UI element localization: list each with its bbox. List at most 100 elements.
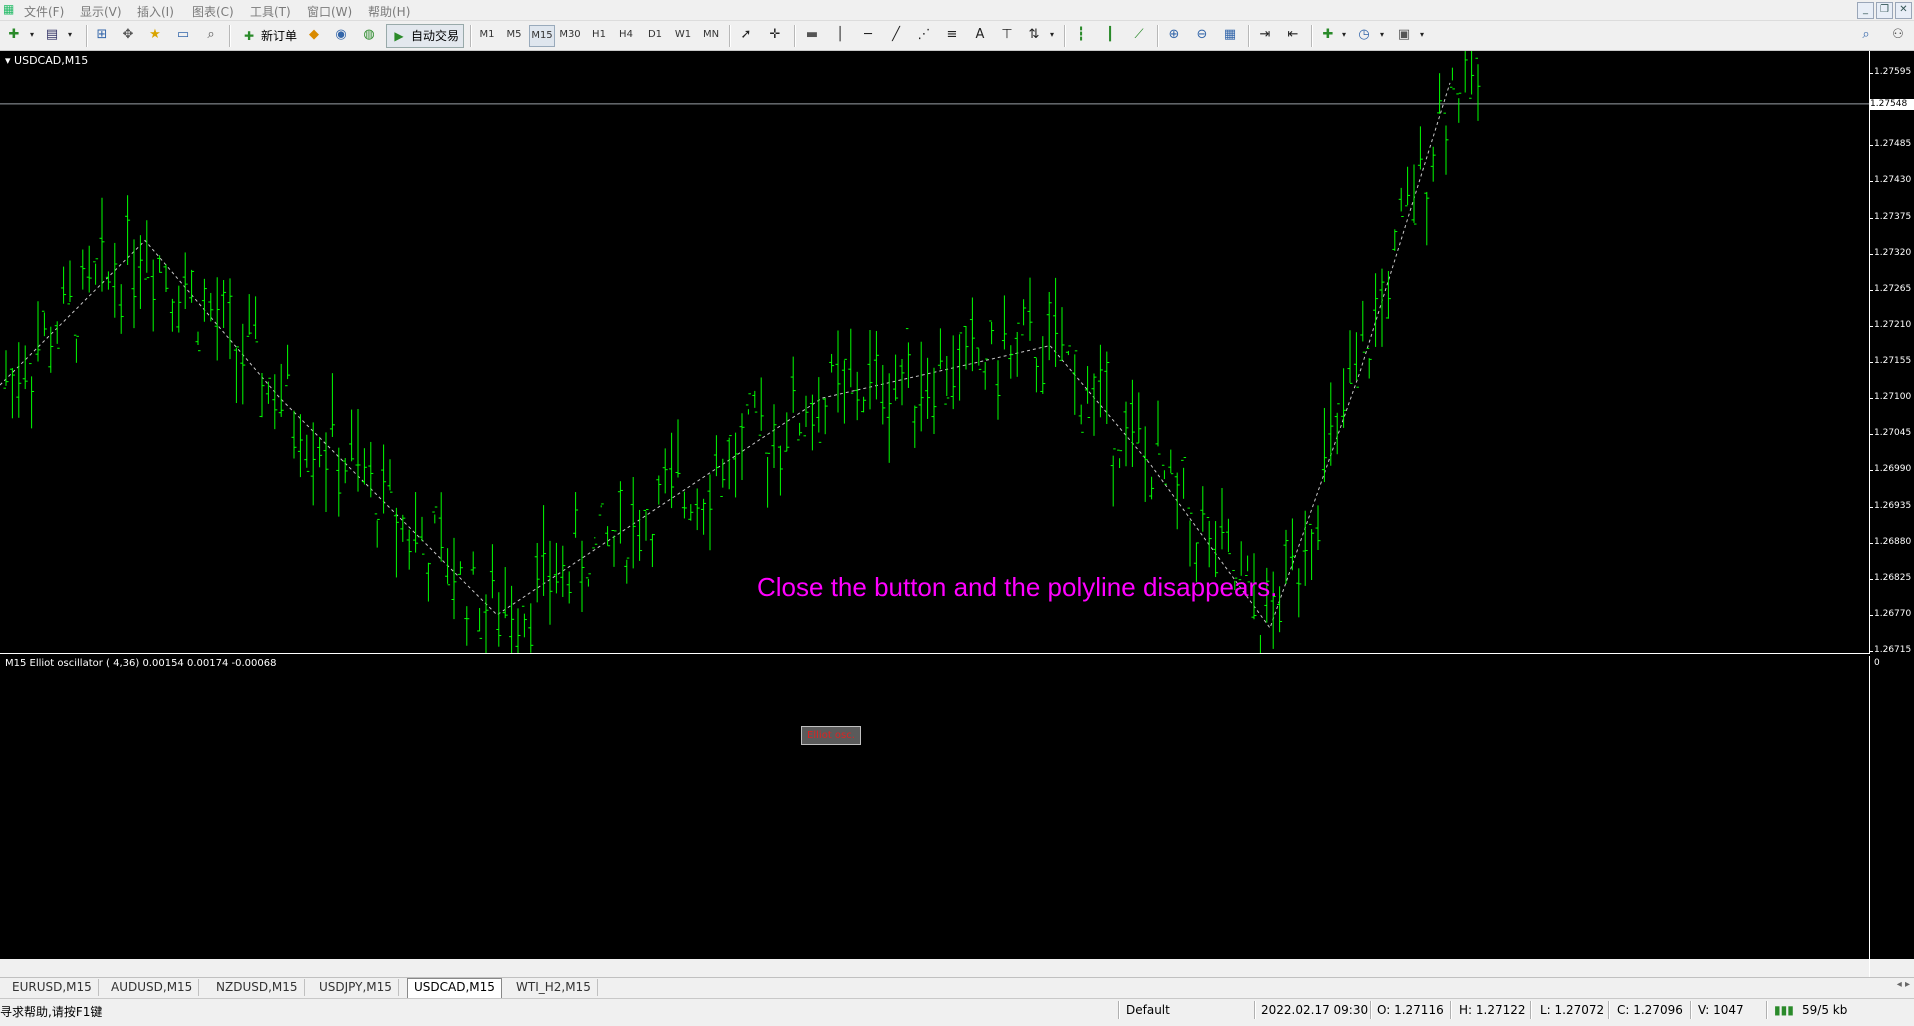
- new-order-button[interactable]: ✚ 新订单: [236, 24, 302, 48]
- navigator-icon[interactable]: ★: [145, 25, 165, 45]
- oscillator-panel[interactable]: M15 Elliot oscillator ( 4,36) 0.00154 0.…: [0, 656, 1870, 1006]
- elliot-osc-button[interactable]: Elliot osc.: [801, 726, 861, 745]
- zoom-out-icon[interactable]: ⊖: [1192, 25, 1212, 45]
- price-bar: [573, 492, 579, 538]
- status-separator: [1370, 1001, 1372, 1019]
- line-chart-icon[interactable]: ⟋: [1129, 25, 1149, 45]
- horizontal-line-icon[interactable]: ─: [858, 25, 878, 45]
- price-bar: [611, 529, 617, 567]
- price-bar: [937, 328, 943, 370]
- metaeditor-icon[interactable]: ◆: [304, 25, 324, 45]
- price-bar: [521, 605, 527, 638]
- price-bar: [1366, 347, 1372, 379]
- strategy-tester-icon[interactable]: ⌕: [201, 25, 221, 45]
- price-bar: [624, 557, 630, 584]
- menu-file[interactable]: 文件(F): [24, 3, 64, 20]
- autoscroll-icon[interactable]: ⇤: [1283, 25, 1303, 45]
- chevron-down-icon[interactable]: ▾: [1412, 25, 1432, 45]
- market-icon[interactable]: ◍: [359, 25, 379, 45]
- price-bar: [349, 409, 355, 462]
- bar-chart-icon[interactable]: ┇: [1071, 25, 1091, 45]
- price-bars: [0, 51, 1869, 653]
- menu-tools[interactable]: 工具(T): [250, 3, 291, 20]
- price-bar: [496, 592, 502, 647]
- price-bar: [1014, 322, 1020, 377]
- channel-icon[interactable]: ≡: [942, 25, 962, 45]
- periods-icon[interactable]: ◷: [1354, 25, 1374, 45]
- tab-audusd[interactable]: AUDUSD,M15: [105, 979, 200, 996]
- price-bar: [515, 608, 521, 653]
- rectangle-tool-icon[interactable]: ▬: [802, 25, 822, 45]
- chart-window[interactable]: ▾ USDCAD,M15 Close the button and the po…: [0, 51, 1914, 1020]
- status-separator: [1608, 1001, 1610, 1019]
- chevron-down-icon[interactable]: ▾: [60, 25, 80, 45]
- vertical-line-icon[interactable]: │: [830, 25, 850, 45]
- menu-charts[interactable]: 图表(C): [192, 3, 234, 20]
- timeframe-m15[interactable]: M15: [529, 25, 555, 47]
- price-bar: [1104, 351, 1110, 425]
- auto-trading-button[interactable]: ▶ 自动交易: [386, 24, 465, 48]
- templates-icon[interactable]: ▣: [1394, 25, 1414, 45]
- tab-usdcad[interactable]: USDCAD,M15: [407, 978, 502, 998]
- cursor-icon[interactable]: ➚: [736, 25, 756, 45]
- chevron-down-icon[interactable]: ▾: [22, 25, 42, 45]
- timeframe-m5[interactable]: M5: [502, 25, 526, 45]
- toolbar-separator: [1064, 25, 1066, 47]
- candlestick-icon[interactable]: ┃: [1100, 25, 1120, 45]
- close-icon[interactable]: ✕: [1895, 2, 1912, 19]
- minimize-icon[interactable]: _: [1857, 2, 1874, 19]
- terminal-icon[interactable]: ▭: [173, 25, 193, 45]
- price-bar: [406, 529, 412, 570]
- chart-shift-icon[interactable]: ⇥: [1255, 25, 1275, 45]
- price-bar: [413, 492, 419, 553]
- tile-windows-icon[interactable]: ▦: [1220, 25, 1240, 45]
- tab-scroll-arrows[interactable]: ◂ ▸: [1897, 979, 1910, 990]
- price-bar: [1283, 529, 1289, 584]
- data-window-icon[interactable]: ✥: [118, 25, 138, 45]
- price-bar: [125, 195, 131, 265]
- menu-window[interactable]: 窗口(W): [307, 3, 352, 20]
- arrows-tool-icon[interactable]: ⇅: [1024, 25, 1044, 45]
- market-watch-icon[interactable]: ⊞: [92, 25, 112, 45]
- timeframe-w1[interactable]: W1: [671, 25, 695, 45]
- community-icon[interactable]: ⚇: [1888, 25, 1908, 45]
- timeframe-mn[interactable]: MN: [699, 25, 723, 45]
- price-bar: [509, 585, 515, 653]
- timeframe-h1[interactable]: H1: [587, 25, 611, 45]
- signals-icon[interactable]: ◉: [331, 25, 351, 45]
- timeframe-h4[interactable]: H4: [614, 25, 638, 45]
- price-bar: [944, 355, 950, 405]
- connection-icon: ▮▮▮: [1774, 1003, 1794, 1017]
- tab-usdjpy[interactable]: USDJPY,M15: [313, 979, 399, 996]
- toolbar-separator: [229, 25, 231, 47]
- menu-help[interactable]: 帮助(H): [368, 3, 410, 20]
- menu-view[interactable]: 显示(V): [80, 3, 122, 20]
- text-tool-icon[interactable]: A: [970, 25, 990, 45]
- chevron-down-icon[interactable]: ▾: [1372, 25, 1392, 45]
- menu-insert[interactable]: 插入(I): [137, 3, 174, 20]
- chevron-down-icon[interactable]: ▾: [1334, 25, 1354, 45]
- text-label-icon[interactable]: ⊤: [997, 25, 1017, 45]
- chevron-down-icon[interactable]: ▾: [1042, 25, 1062, 45]
- profiles-icon[interactable]: ▤: [42, 25, 62, 45]
- timeframe-m30[interactable]: M30: [558, 25, 582, 45]
- zoom-in-icon[interactable]: ⊕: [1164, 25, 1184, 45]
- timeframe-m1[interactable]: M1: [475, 25, 499, 45]
- price-bar: [1072, 350, 1078, 415]
- new-chart-icon[interactable]: ✚: [4, 25, 24, 45]
- timeframe-d1[interactable]: D1: [643, 25, 667, 45]
- app-icon: ▦: [3, 2, 15, 16]
- trendline-icon[interactable]: ╱: [886, 25, 906, 45]
- price-tick: [1870, 398, 1873, 400]
- search-icon[interactable]: ⌕: [1856, 25, 1876, 45]
- fibonacci-fan-icon[interactable]: ⋰: [914, 25, 934, 45]
- price-label: 1.27100: [1874, 392, 1912, 403]
- tab-eurusd[interactable]: EURUSD,M15: [6, 979, 99, 996]
- crosshair-icon[interactable]: ✛: [765, 25, 785, 45]
- price-bar: [534, 542, 540, 603]
- price-panel[interactable]: ▾ USDCAD,M15 Close the button and the po…: [0, 51, 1870, 654]
- tab-nzdusd[interactable]: NZDUSD,M15: [210, 979, 305, 996]
- restore-icon[interactable]: ❐: [1876, 2, 1893, 19]
- price-bar: [150, 259, 156, 332]
- tab-wti-h2[interactable]: WTI_H2,M15: [510, 979, 598, 996]
